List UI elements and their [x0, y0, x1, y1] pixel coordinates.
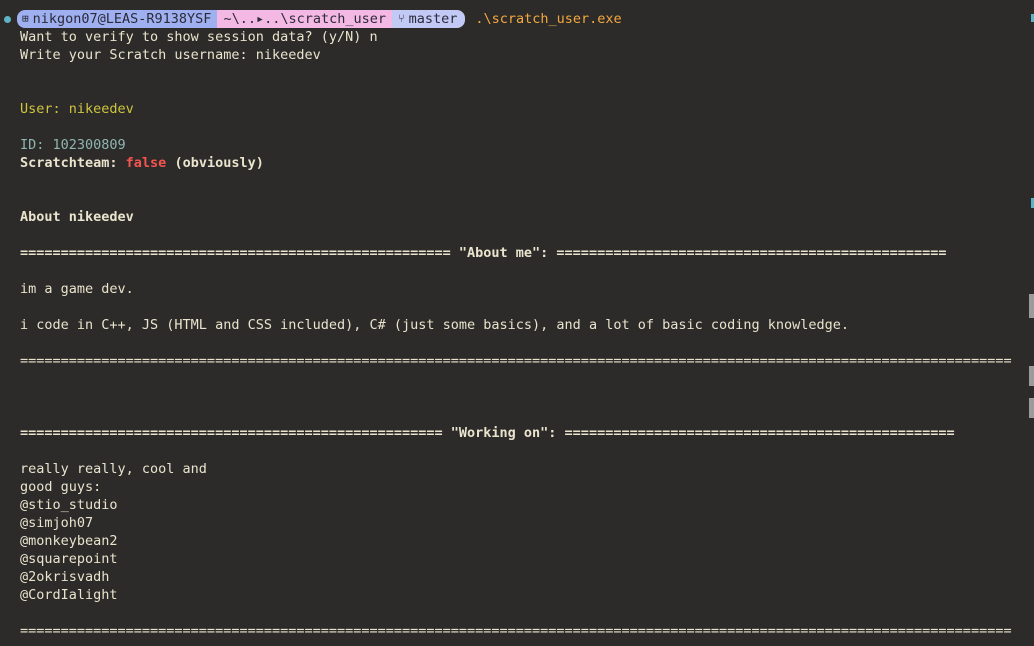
- prompt-user-segment: ⊞ nikgon07@LEAS-R9138YSF: [17, 10, 218, 28]
- scratchteam-line: Scratchteam: false (obviously): [20, 154, 264, 172]
- about-heading: About nikeedev: [20, 209, 134, 225]
- working-on-line: good guys:: [20, 479, 102, 495]
- working-on-header: ========================================…: [20, 425, 955, 441]
- working-on-footer: ========================================…: [20, 623, 1012, 639]
- prompt-command: .\scratch_user.exe: [475, 11, 622, 27]
- windows-icon: ⊞: [22, 12, 29, 25]
- terminal-window[interactable]: ⊞ nikgon07@LEAS-R9138YSF ~\..▸..\scratch…: [0, 0, 1034, 646]
- id-line: ID: 102300809: [20, 137, 126, 153]
- status-dot-icon: [4, 15, 11, 23]
- working-on-line: really really, cool and: [20, 461, 207, 477]
- scrollbar-thumb[interactable]: [1029, 294, 1034, 318]
- verify-question: Want to verify to show session data? (y/…: [20, 29, 378, 45]
- prompt-line: ⊞ nikgon07@LEAS-R9138YSF ~\..▸..\scratch…: [4, 10, 622, 28]
- about-me-header: ========================================…: [20, 245, 947, 261]
- user-line: User: nikeedev: [20, 101, 134, 117]
- username-prompt: Write your Scratch username: nikeedev: [20, 47, 321, 63]
- prompt-path-segment: ~\..▸..\scratch_user: [217, 10, 392, 28]
- prompt-branch: master: [408, 11, 458, 27]
- working-on-line: @CordIalight: [20, 587, 118, 603]
- scrollbar-thumb[interactable]: [1029, 366, 1034, 386]
- scratchteam-value: false: [125, 155, 167, 171]
- about-me-line: im a game dev.: [20, 281, 134, 297]
- prompt-user-host: nikgon07@LEAS-R9138YSF: [32, 11, 212, 27]
- working-on-line: @squarepoint: [20, 551, 118, 567]
- scratchteam-note: (obviously): [166, 155, 264, 171]
- working-on-line: @2okrisvadh: [20, 569, 110, 585]
- git-branch-icon: ⑂: [398, 12, 405, 25]
- working-on-line: @stio_studio: [20, 497, 118, 513]
- about-me-footer: ========================================…: [20, 353, 1012, 369]
- scrollbar-thumb[interactable]: [1029, 398, 1034, 418]
- prompt-git-segment: ⑂ master: [392, 10, 466, 28]
- scratchteam-label: Scratchteam:: [20, 155, 126, 171]
- working-on-line: @simjoh07: [20, 515, 94, 531]
- about-me-line: i code in C++, JS (HTML and CSS included…: [20, 317, 850, 333]
- working-on-line: @monkeybean2: [20, 533, 118, 549]
